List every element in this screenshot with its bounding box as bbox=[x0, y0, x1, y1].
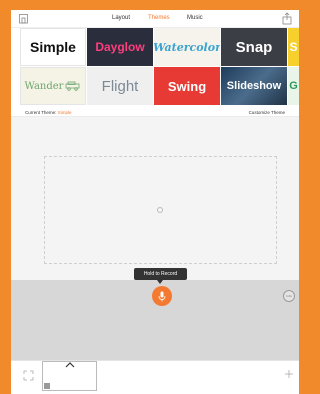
customize-theme-link[interactable]: Customize Theme bbox=[249, 110, 285, 115]
theme-picker: Simple Dayglow Watercolor Snap S Wander … bbox=[20, 28, 299, 105]
home-icon[interactable] bbox=[18, 13, 29, 24]
theme-label: Simple bbox=[30, 39, 76, 55]
speed-label: 1.0x bbox=[286, 294, 292, 298]
add-icon[interactable] bbox=[284, 369, 294, 379]
theme-label: Snap bbox=[235, 38, 273, 56]
theme-partial-2[interactable]: G bbox=[288, 67, 299, 105]
video-placeholder[interactable] bbox=[44, 156, 277, 264]
theme-snap[interactable]: Snap bbox=[221, 28, 287, 66]
theme-label: G bbox=[289, 80, 298, 92]
theme-label: Slideshow bbox=[226, 80, 282, 92]
theme-label: Wander bbox=[24, 80, 64, 92]
theme-label: Watercolor bbox=[154, 40, 220, 54]
speed-button[interactable]: 1.0x bbox=[283, 290, 295, 302]
theme-label: Flight bbox=[101, 77, 139, 95]
top-bar: Layout Themes Music bbox=[11, 10, 299, 28]
theme-label: Swing bbox=[167, 78, 207, 94]
chevron-up-icon[interactable] bbox=[64, 361, 76, 369]
theme-partial-1[interactable]: S bbox=[288, 28, 299, 66]
theme-dayglow[interactable]: Dayglow bbox=[87, 28, 153, 66]
theme-swing[interactable]: Swing bbox=[154, 67, 220, 105]
microphone-icon bbox=[158, 291, 166, 301]
theme-wander[interactable]: Wander bbox=[20, 67, 86, 105]
theme-label: S bbox=[289, 40, 298, 54]
record-button[interactable] bbox=[152, 286, 172, 306]
theme-watercolor[interactable]: Watercolor bbox=[154, 28, 220, 66]
current-theme-label: Current Theme: bbox=[25, 110, 57, 115]
clip-thumbnail bbox=[44, 383, 50, 389]
car-icon bbox=[66, 81, 80, 91]
theme-simple[interactable]: Simple bbox=[20, 28, 86, 66]
record-tooltip: Hold to Record bbox=[134, 268, 187, 280]
tab-music[interactable]: Music bbox=[187, 15, 203, 21]
tab-layout[interactable]: Layout bbox=[112, 15, 130, 21]
app-window: Layout Themes Music Simple Dayglow Water… bbox=[11, 10, 299, 394]
current-theme: Current Theme: Simple bbox=[25, 110, 71, 115]
current-theme-value: Simple bbox=[57, 110, 72, 115]
theme-slideshow[interactable]: Slideshow bbox=[221, 67, 287, 105]
tooltip-arrow bbox=[157, 280, 163, 284]
tab-themes[interactable]: Themes bbox=[148, 15, 170, 21]
theme-flight[interactable]: Flight bbox=[87, 67, 153, 105]
theme-label: Dayglow bbox=[95, 40, 145, 54]
placeholder-dot-icon bbox=[157, 207, 163, 213]
fit-screen-icon[interactable] bbox=[23, 370, 34, 381]
share-icon[interactable] bbox=[281, 12, 293, 25]
